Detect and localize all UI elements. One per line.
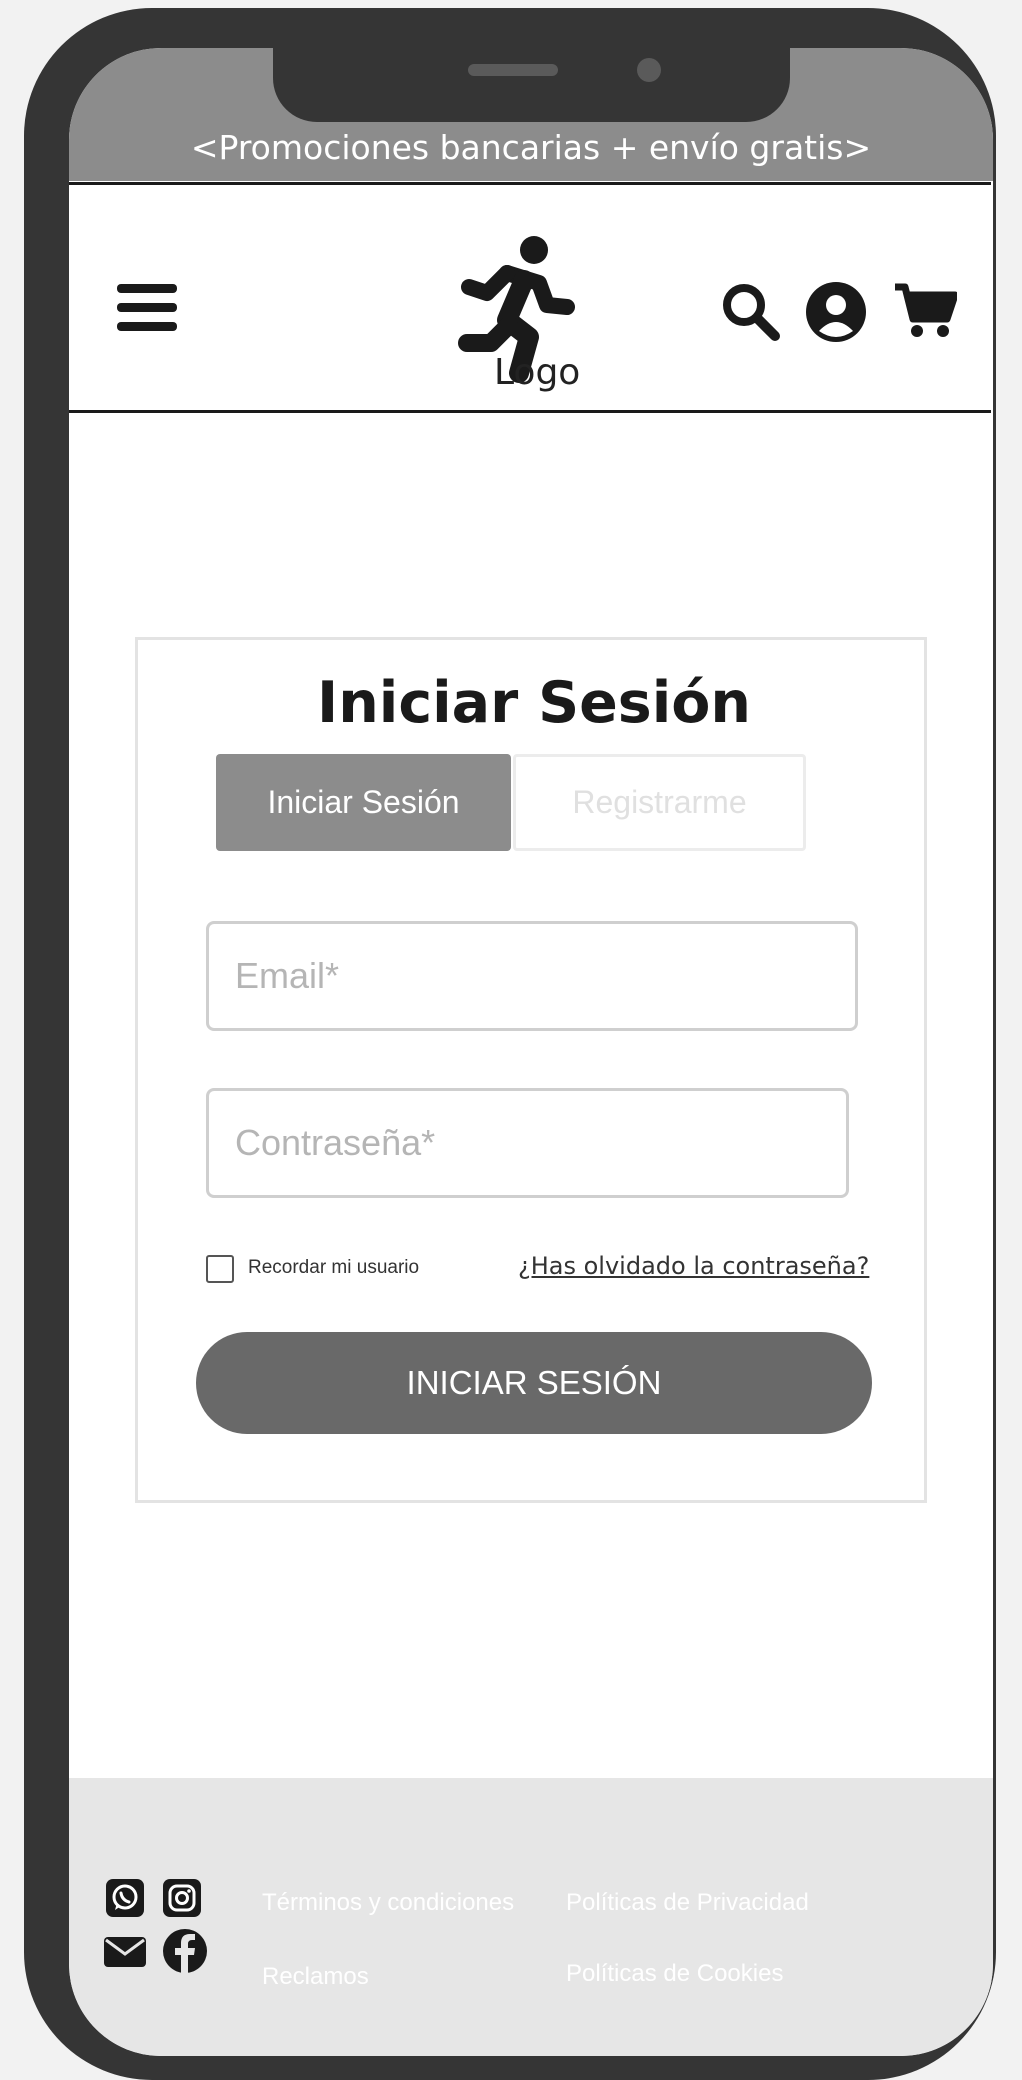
remember-checkbox[interactable]: [206, 1255, 234, 1283]
speaker: [468, 64, 558, 76]
site-footer: Términos y condiciones Políticas de Priv…: [69, 1778, 993, 2056]
footer-link-terms[interactable]: Términos y condiciones: [262, 1889, 514, 1917]
facebook-icon[interactable]: [162, 1928, 208, 1974]
screen: <Promociones bancarias + envío gratis> L…: [69, 48, 993, 2056]
tab-login[interactable]: Iniciar Sesión: [216, 754, 511, 851]
email-field[interactable]: [206, 921, 858, 1031]
menu-icon[interactable]: [117, 284, 177, 332]
phone-notch: [273, 48, 790, 122]
user-icon[interactable]: [805, 281, 867, 343]
camera: [637, 58, 661, 82]
cart-icon[interactable]: [893, 281, 957, 339]
login-card: Iniciar Sesión Iniciar Sesión Registrarm…: [135, 637, 927, 1503]
footer-link-cookies[interactable]: Políticas de Cookies: [566, 1960, 783, 1988]
remember-label: Recordar mi usuario: [248, 1257, 420, 1278]
search-icon[interactable]: [719, 280, 781, 342]
site-header: Logo: [69, 182, 991, 413]
instagram-icon[interactable]: [162, 1878, 202, 1918]
login-title: Iniciar Sesión: [317, 670, 751, 736]
footer-link-claims[interactable]: Reclamos: [262, 1963, 369, 1991]
whatsapp-icon[interactable]: [105, 1878, 145, 1918]
tab-register[interactable]: Registrarme: [513, 754, 806, 851]
mail-icon[interactable]: [102, 1935, 148, 1969]
login-submit-button[interactable]: INICIAR SESIÓN: [196, 1332, 872, 1434]
password-field[interactable]: [206, 1088, 849, 1198]
promo-text: <Promociones bancarias + envío gratis>: [190, 128, 872, 167]
forgot-password-link[interactable]: ¿Has olvidado la contraseña?: [518, 1252, 869, 1280]
logo-text: Logo: [494, 352, 581, 393]
footer-link-privacy[interactable]: Políticas de Privacidad: [566, 1889, 809, 1917]
